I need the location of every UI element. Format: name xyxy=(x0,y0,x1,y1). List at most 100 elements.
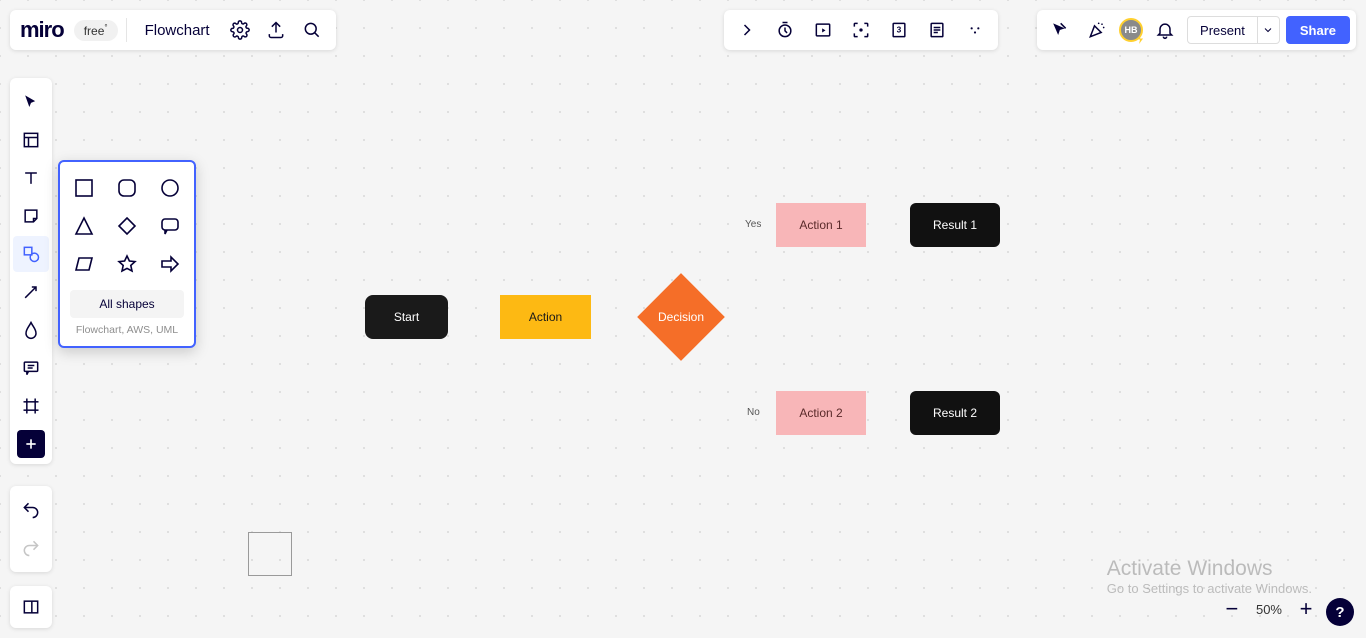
shape-rounded-rectangle[interactable] xyxy=(113,174,141,202)
avatar-initials: HB xyxy=(1125,25,1138,35)
gear-icon xyxy=(230,20,250,40)
miro-logo[interactable]: miro xyxy=(18,17,70,43)
reactions-button[interactable] xyxy=(1081,14,1113,46)
present-button[interactable]: Present xyxy=(1187,16,1280,44)
shape-circle[interactable] xyxy=(156,174,184,202)
top-center-bar: 3 xyxy=(724,10,998,50)
party-icon xyxy=(1087,20,1107,40)
tool-more[interactable] xyxy=(17,430,45,458)
search-icon xyxy=(302,20,322,40)
timer-button[interactable] xyxy=(768,14,802,46)
tool-shapes[interactable] xyxy=(13,236,49,272)
watermark-title: Activate Windows xyxy=(1107,557,1312,581)
user-avatar[interactable]: HB xyxy=(1119,18,1143,42)
zoom-level[interactable]: 50% xyxy=(1256,602,1282,617)
tool-comment[interactable] xyxy=(13,350,49,386)
left-toolbar xyxy=(10,78,52,464)
hide-collab-cursors-button[interactable] xyxy=(1043,14,1075,46)
shapes-popover: All shapes Flowchart, AWS, UML xyxy=(58,160,196,348)
tool-pen[interactable] xyxy=(13,312,49,348)
drawn-rectangle-shape[interactable] xyxy=(248,532,292,576)
separator xyxy=(126,18,127,42)
zoom-in-button[interactable]: + xyxy=(1296,598,1316,620)
board-name[interactable]: Flowchart xyxy=(135,22,220,39)
sticky-icon xyxy=(21,206,41,226)
shape-diamond[interactable] xyxy=(113,212,141,240)
tool-templates[interactable] xyxy=(13,122,49,158)
notifications-button[interactable] xyxy=(1149,14,1181,46)
export-button[interactable] xyxy=(260,14,292,46)
shapes-icon xyxy=(21,244,41,264)
node-action1[interactable]: Action 1 xyxy=(776,203,866,247)
plan-badge[interactable]: free° xyxy=(74,20,118,41)
watermark-subtitle: Go to Settings to activate Windows. xyxy=(1107,581,1312,596)
hide-frames-button[interactable] xyxy=(806,14,840,46)
comment-icon xyxy=(21,358,41,378)
arrow-icon xyxy=(21,282,41,302)
tool-sticky-note[interactable] xyxy=(13,198,49,234)
notes-icon xyxy=(927,20,947,40)
triangle-icon xyxy=(74,216,94,236)
rounded-rect-icon xyxy=(117,178,137,198)
notes-button[interactable] xyxy=(920,14,954,46)
all-shapes-button[interactable]: All shapes xyxy=(70,290,184,318)
export-icon xyxy=(266,20,286,40)
cursor-hide-icon xyxy=(1049,20,1069,40)
voting-button[interactable]: 3 xyxy=(882,14,916,46)
undo-button[interactable] xyxy=(13,492,49,528)
rectangle-icon xyxy=(74,178,94,198)
frame-icon xyxy=(21,396,41,416)
shape-arrow-right[interactable] xyxy=(156,250,184,278)
attention-button[interactable] xyxy=(844,14,878,46)
cursor-icon xyxy=(21,92,41,112)
plus-icon xyxy=(23,436,39,452)
node-result1[interactable]: Result 1 xyxy=(910,203,1000,247)
node-action1-label: Action 1 xyxy=(799,218,842,232)
node-decision-label: Decision xyxy=(658,310,704,324)
shape-rectangle[interactable] xyxy=(70,174,98,202)
node-start[interactable]: Start xyxy=(365,295,448,339)
chevron-right-icon xyxy=(737,20,757,40)
node-result2[interactable]: Result 2 xyxy=(910,391,1000,435)
zoom-bar: − 50% + xyxy=(1222,598,1316,620)
pen-icon xyxy=(21,320,41,340)
settings-button[interactable] xyxy=(224,14,256,46)
frame-play-icon xyxy=(813,20,833,40)
diamond-icon xyxy=(117,216,137,236)
circle-icon xyxy=(160,178,180,198)
node-start-label: Start xyxy=(394,310,419,324)
redo-icon xyxy=(21,538,41,558)
focus-icon xyxy=(851,20,871,40)
minimap-toggle[interactable] xyxy=(10,586,52,628)
node-result1-label: Result 1 xyxy=(933,218,977,232)
top-left-bar: miro free° Flowchart xyxy=(10,10,336,50)
text-icon xyxy=(21,168,41,188)
help-button[interactable]: ? xyxy=(1326,598,1354,626)
tool-frame[interactable] xyxy=(13,388,49,424)
tool-select[interactable] xyxy=(13,84,49,120)
present-chevron[interactable] xyxy=(1257,17,1279,43)
search-button[interactable] xyxy=(296,14,328,46)
shape-speech-bubble[interactable] xyxy=(156,212,184,240)
svg-text:3: 3 xyxy=(897,25,902,35)
more-apps-button[interactable] xyxy=(958,14,992,46)
node-result2-label: Result 2 xyxy=(933,406,977,420)
shape-parallelogram[interactable] xyxy=(70,250,98,278)
collapse-button[interactable] xyxy=(730,14,764,46)
node-action[interactable]: Action xyxy=(500,295,591,339)
node-action2[interactable]: Action 2 xyxy=(776,391,866,435)
shapes-subtitle: Flowchart, AWS, UML xyxy=(66,324,188,336)
edge-label-yes: Yes xyxy=(742,219,764,230)
shape-star[interactable] xyxy=(113,250,141,278)
speech-icon xyxy=(160,216,180,236)
redo-button[interactable] xyxy=(13,530,49,566)
zoom-out-button[interactable]: − xyxy=(1222,598,1242,620)
node-action-label: Action xyxy=(529,310,562,324)
edge-label-no: No xyxy=(744,407,763,418)
node-action2-label: Action 2 xyxy=(799,406,842,420)
tool-text[interactable] xyxy=(13,160,49,196)
share-button[interactable]: Share xyxy=(1286,16,1350,44)
present-label: Present xyxy=(1188,17,1257,43)
shape-triangle[interactable] xyxy=(70,212,98,240)
tool-connection-line[interactable] xyxy=(13,274,49,310)
